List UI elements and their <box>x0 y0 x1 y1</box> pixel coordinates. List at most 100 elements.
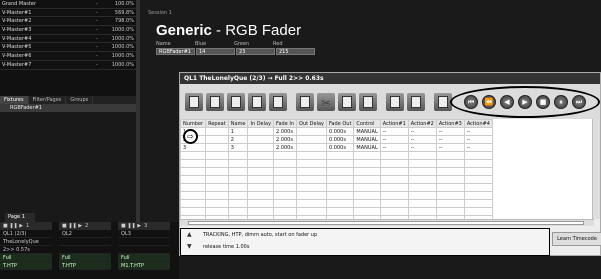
rewind-button[interactable]: ⏪ <box>482 95 496 109</box>
master-row[interactable]: V-Master#5 - 1000.0% <box>0 43 136 53</box>
fixture-name-field[interactable]: RGBFader#1 <box>156 48 195 55</box>
cue-cell[interactable]: 2.000s <box>273 135 298 144</box>
cue-cell[interactable] <box>205 135 229 144</box>
cue-cell[interactable]: -- <box>463 127 493 136</box>
cue-cell[interactable]: 1 <box>227 127 249 136</box>
playback-number: ■ ❚❚ ▶ 3 <box>118 222 170 230</box>
edit-cue-icon[interactable] <box>248 92 266 111</box>
column-header[interactable]: Fade Out <box>326 119 355 128</box>
cue-cell[interactable]: -- <box>407 127 437 136</box>
cue-cell[interactable]: 0.000s <box>326 143 355 152</box>
cue-cell[interactable]: -- <box>463 135 493 144</box>
cue-cell[interactable] <box>205 143 229 152</box>
cue-cell[interactable] <box>296 135 328 144</box>
empty-cell <box>180 183 207 192</box>
column-header[interactable]: Out Delay <box>296 119 328 128</box>
cue-cell[interactable] <box>296 143 328 152</box>
stop-button[interactable]: ■ <box>536 95 550 109</box>
next-button[interactable]: ▶ <box>518 95 532 109</box>
cue-cell[interactable]: 2.000s <box>273 127 298 136</box>
cue-cell[interactable]: 0.000s <box>326 135 355 144</box>
master-row[interactable]: V-Master#7 - 1000.0% <box>0 61 136 70</box>
playback-column[interactable]: ■ ❚❚ ▶ 1 QL1 (2/3) TheLonelyQue 2>> 0.57s Ful… <box>0 222 52 279</box>
delete-cue-icon[interactable] <box>269 92 287 111</box>
cue-cell[interactable]: -- <box>463 143 493 152</box>
cue-cell[interactable] <box>247 135 275 144</box>
panel-splitter[interactable] <box>136 0 140 222</box>
horizontal-scroll-thumb[interactable] <box>188 221 584 225</box>
last-cue-button[interactable]: ⏭ <box>572 95 586 109</box>
fixture-blue-field[interactable]: 14 <box>196 48 235 55</box>
cue-cell[interactable]: 2.000s <box>273 143 298 152</box>
vertical-scrollbar[interactable] <box>592 119 600 219</box>
new-cue-icon[interactable] <box>185 92 203 111</box>
cue-cell[interactable]: MANUAL <box>353 143 381 152</box>
up-arrow-icon[interactable]: ▲ <box>187 229 192 241</box>
master-row[interactable]: V-Master#1 - 569.8% <box>0 9 136 18</box>
playback-column[interactable]: ■ ❚❚ ▶ 3 QL3 Full M1.T.HTP <box>118 222 170 279</box>
cue-cell[interactable]: -- <box>435 127 465 136</box>
column-header[interactable]: Fade In <box>273 119 298 128</box>
refresh-icon[interactable] <box>407 92 425 111</box>
down-arrow-icon[interactable]: ▼ <box>187 241 192 253</box>
cue-cell[interactable]: MANUAL <box>353 135 381 144</box>
column-header[interactable]: Action#4 <box>463 119 493 128</box>
cue-cell[interactable]: 3 <box>227 143 249 152</box>
cue-cell[interactable]: 2 <box>227 135 249 144</box>
fixture-red-field[interactable]: 215 <box>276 48 315 55</box>
playback-controls-icon[interactable]: ■ ❚❚ ▶ <box>3 222 23 230</box>
cue-row[interactable]: 222.000s0.000sMANUAL-------- <box>180 135 493 144</box>
learn-timecode-button[interactable]: Learn Timecode <box>552 232 601 246</box>
cue-cell[interactable]: -- <box>407 143 437 152</box>
cue-list-icon[interactable] <box>296 92 314 111</box>
master-row[interactable]: V-Master#4 - 1000.0% <box>0 35 136 44</box>
column-header[interactable]: Repeat <box>205 119 229 128</box>
cue-row[interactable]: 3 3 2.000s 0.000s MANUAL -- -- -- -- <box>180 143 493 152</box>
horizontal-scrollbar[interactable] <box>180 219 594 226</box>
column-header[interactable]: Action#2 <box>407 119 437 128</box>
copy-icon[interactable] <box>338 92 356 111</box>
tree-item-rgbfader[interactable]: RGBFader#1 <box>0 104 136 112</box>
copy-cue-icon[interactable] <box>206 92 224 111</box>
cue-cell[interactable] <box>247 127 275 136</box>
cue-cell[interactable]: MANUAL <box>353 127 381 136</box>
previous-button[interactable]: ◀ <box>500 95 514 109</box>
cue-cell[interactable]: -- <box>435 135 465 144</box>
page-tab[interactable]: Page 1 <box>5 213 35 222</box>
column-header[interactable]: Action#3 <box>435 119 465 128</box>
column-header[interactable]: Action#1 <box>379 119 409 128</box>
paste-icon[interactable] <box>359 92 377 111</box>
column-header[interactable]: Number <box>180 119 207 128</box>
cue-cell[interactable]: 0.000s <box>326 127 355 136</box>
gear-icon[interactable] <box>386 92 404 111</box>
cue-cell[interactable]: -- <box>407 135 437 144</box>
master-row[interactable]: V-Master#3 - 1000.0% <box>0 26 136 35</box>
cue-row[interactable]: 112.000s0.000sMANUAL-------- <box>180 127 493 136</box>
playback-controls-icon[interactable]: ■ ❚❚ ▶ <box>62 222 82 230</box>
first-cue-button[interactable]: ⏮ <box>464 95 478 109</box>
tab-fixtures[interactable]: Fixtures <box>0 96 29 104</box>
column-header[interactable]: Control <box>353 119 381 128</box>
tab-groups[interactable]: Groups <box>66 96 94 104</box>
playback-controls-icon[interactable]: ■ ❚❚ ▶ <box>121 222 141 230</box>
cue-cell[interactable]: 3 <box>180 143 207 152</box>
master-row[interactable]: Grand Master - 100.0% <box>0 0 136 9</box>
master-row[interactable]: V-Master#2 - 798.0% <box>0 17 136 27</box>
cue-cell[interactable]: -- <box>435 143 465 152</box>
cue-cell[interactable]: -- <box>379 143 409 152</box>
column-header[interactable]: In Delay <box>247 119 275 128</box>
column-header[interactable]: Name <box>227 119 249 128</box>
tab-filter-pages[interactable]: Filter/Pages <box>29 96 67 104</box>
cue-cell[interactable]: -- <box>379 127 409 136</box>
paste-cue-icon[interactable] <box>227 92 245 111</box>
fixture-green-field[interactable]: 23 <box>236 48 275 55</box>
cue-cell[interactable] <box>247 143 275 152</box>
cue-cell[interactable] <box>205 127 229 136</box>
master-row[interactable]: V-Master#6 - 1000.0% <box>0 52 136 61</box>
pause-button[interactable]: ⏸ <box>554 95 568 109</box>
scissors-icon[interactable]: ✂ <box>317 92 335 111</box>
playback-column[interactable]: ■ ❚❚ ▶ 2 QL2 Full T.HTP <box>59 222 111 279</box>
cue-cell[interactable]: -- <box>379 135 409 144</box>
cue-window-title[interactable]: QL1 TheLonelyQue (2/3) → Full 2>> 0.63s <box>180 73 600 84</box>
cue-cell[interactable] <box>296 127 328 136</box>
